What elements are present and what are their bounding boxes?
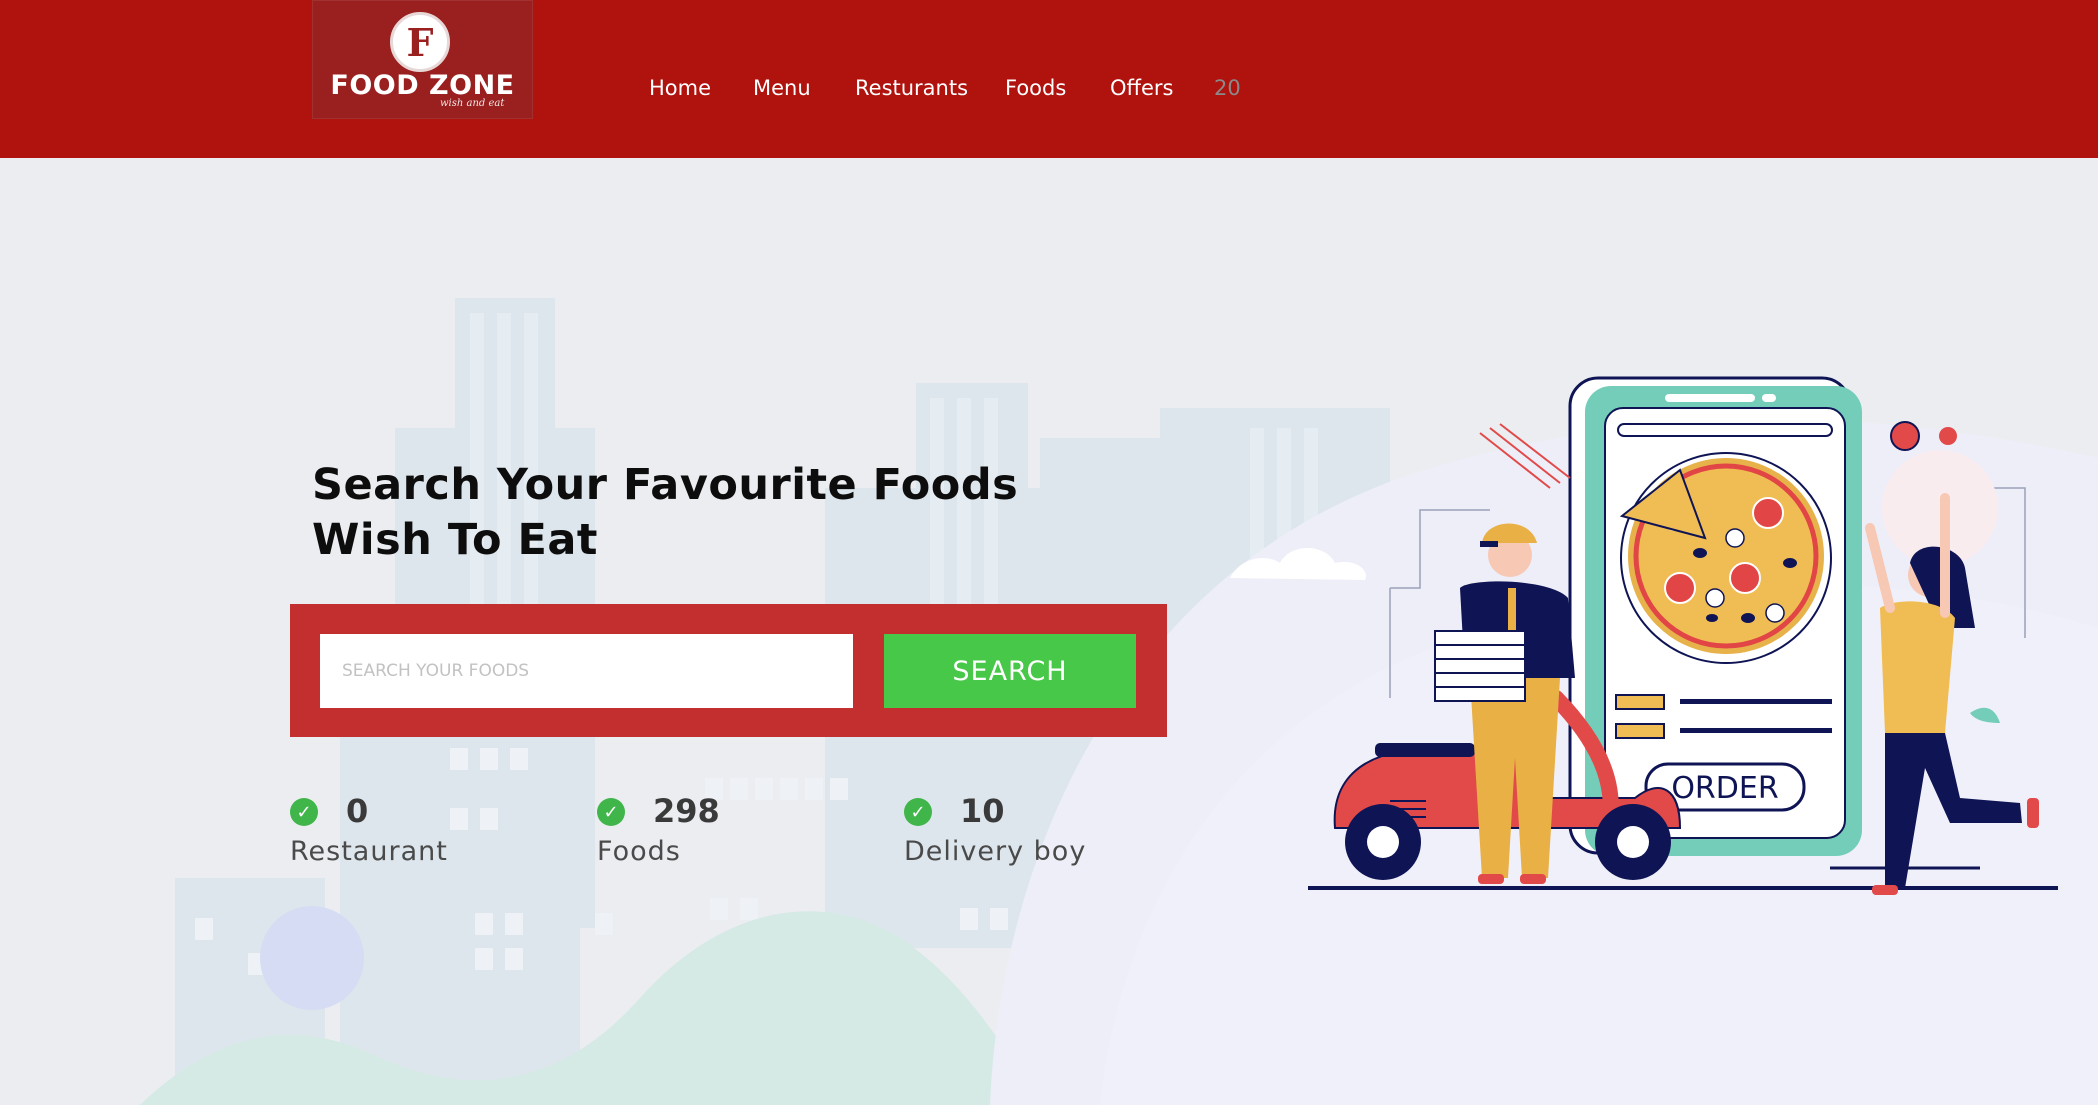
top-navbar: F FOOD ZONE wish and eat Home Menu Restu… [0, 0, 2098, 158]
logo-emblem: F [390, 12, 450, 72]
nav-menu[interactable]: Menu [753, 76, 811, 100]
nav-home[interactable]: Home [649, 76, 711, 100]
delivery-illustration: ORDER [1308, 376, 2058, 895]
hero-section: Search Your Favourite Foods Wish To Eat … [0, 158, 2098, 1105]
brand-name: FOOD ZONE [330, 70, 515, 101]
brand-tagline: wish and eat [440, 98, 505, 109]
nav-offers[interactable]: Offers [1110, 76, 1174, 100]
nav-foods[interactable]: Foods [1005, 76, 1066, 100]
nav-restaurants[interactable]: Resturants [855, 76, 968, 100]
nav-counter[interactable]: 20 [1214, 76, 1241, 100]
order-label: ORDER [1671, 771, 1778, 806]
brand-logo[interactable]: F FOOD ZONE wish and eat [312, 0, 533, 119]
